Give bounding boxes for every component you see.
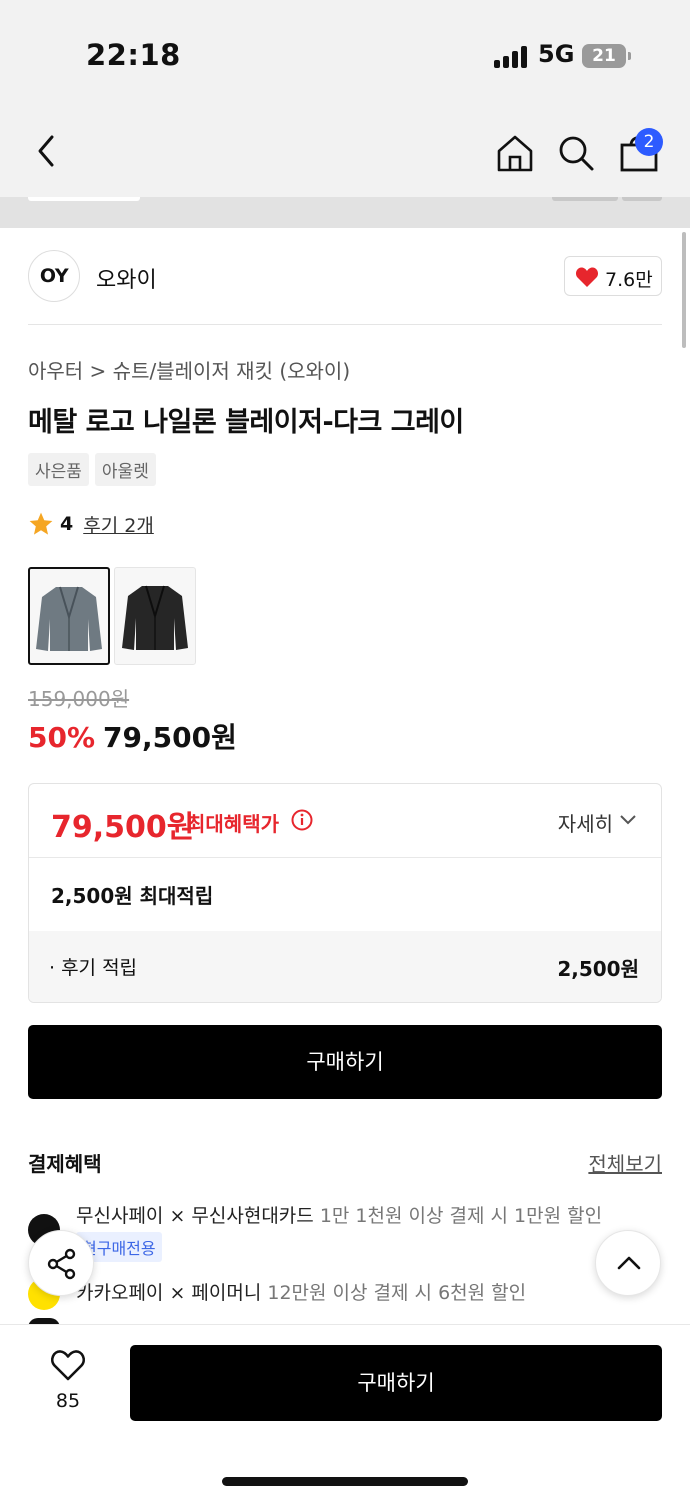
signal-icon (494, 46, 528, 68)
star-icon (29, 512, 53, 535)
sale-price-row: 50% 79,500원 (28, 716, 237, 756)
divider (28, 324, 662, 325)
payment-benefit-1-detail: 1만 1천원 이상 결제 시 1만원 할인 (319, 1205, 603, 1227)
home-indicator (222, 1477, 468, 1486)
color-option-dark-gray[interactable] (28, 567, 110, 665)
payment-benefit-1: 무신사페이 × 무신사현대카드 1만 1천원 이상 결제 시 1만원 할인 (76, 1201, 602, 1228)
share-icon (47, 1248, 76, 1280)
max-points-label: 2,500원 최대적립 (51, 884, 214, 908)
tag-outlet: 아울렛 (94, 453, 156, 486)
collapsed-gallery-strip (0, 197, 690, 228)
heart-filled-icon (575, 267, 599, 287)
see-all-link[interactable]: 전체보기 (588, 1148, 662, 1177)
payment-benefit-2-detail: 12만원 이상 결제 시 6천원 할인 (267, 1282, 527, 1304)
brand-like-count: 7.6만 (605, 269, 653, 291)
heart-outline-icon[interactable] (50, 1348, 86, 1382)
search-icon[interactable] (557, 133, 595, 173)
wish-count: 85 (55, 1390, 81, 1412)
rating-row: 4 후기 2개 (28, 510, 154, 538)
breadcrumb[interactable]: 아우터 > 슈트/블레이저 재킷 (오와이) (28, 355, 350, 384)
brand-name[interactable]: 오와이 (96, 262, 157, 294)
back-arrow-icon[interactable] (30, 131, 66, 171)
brand-logo[interactable]: OY (28, 250, 80, 302)
scrollbar[interactable] (682, 232, 686, 348)
review-points-row: · 후기 적립 2,500원 (29, 931, 661, 1002)
jacket-image-black (122, 585, 188, 650)
detail-label: 자세히 (557, 812, 613, 836)
payment-benefit-2: 카카오페이 × 페이머니 12만원 이상 결제 시 6천원 할인 (76, 1278, 526, 1305)
review-link[interactable]: 후기 2개 (83, 511, 154, 538)
jacket-image-gray (36, 586, 102, 651)
payment-benefits-title: 결제혜택 (28, 1152, 102, 1176)
max-benefit-label: 최대혜택가 (187, 812, 279, 836)
tag-gift: 사은품 (28, 453, 89, 486)
chevron-up-icon (617, 1256, 641, 1270)
payment-benefit-1-main: 무신사페이 × 무신사현대카드 (76, 1205, 314, 1227)
detail-toggle[interactable]: 자세히 (558, 808, 613, 837)
buy-button[interactable]: 구매하기 (28, 1025, 662, 1099)
network-type: 5G (538, 40, 575, 68)
color-option-black[interactable] (114, 567, 196, 665)
share-button[interactable] (28, 1230, 94, 1296)
battery-icon: 21 (582, 44, 631, 68)
scroll-to-top-button[interactable] (595, 1230, 661, 1296)
status-time: 22:18 (86, 38, 181, 72)
cart-count-badge: 2 (635, 128, 663, 156)
review-points-label: · 후기 적립 (49, 957, 138, 979)
payment-benefit-2-main: 카카오페이 × 페이머니 (76, 1282, 262, 1304)
max-benefit-row[interactable]: 79,500원 최대혜택가 자세히 (29, 784, 661, 858)
home-icon[interactable] (496, 133, 534, 173)
bottom-buy-button[interactable]: 구매하기 (130, 1345, 662, 1421)
chevron-down-icon[interactable] (619, 814, 637, 826)
info-icon[interactable] (291, 809, 313, 831)
status-bar: 22:18 5G 21 (0, 0, 690, 105)
product-tags: 사은품 아울렛 (28, 453, 156, 486)
brand-like-button[interactable]: 7.6만 (564, 256, 662, 296)
sale-price: 79,500원 (103, 721, 237, 754)
review-points-value: 2,500원 (557, 957, 639, 981)
original-price: 159,000원 (28, 687, 130, 711)
benefit-box: 79,500원 최대혜택가 자세히 2,500원 최대적립 · 후기 적립 2,… (28, 783, 662, 1003)
discount-rate: 50% (28, 721, 96, 754)
max-benefit-price: 79,500원 (51, 810, 195, 845)
rating-score: 4 (60, 513, 74, 535)
product-title: 메탈 로고 나일론 블레이저-다크 그레이 (28, 407, 464, 438)
top-nav (0, 105, 690, 197)
